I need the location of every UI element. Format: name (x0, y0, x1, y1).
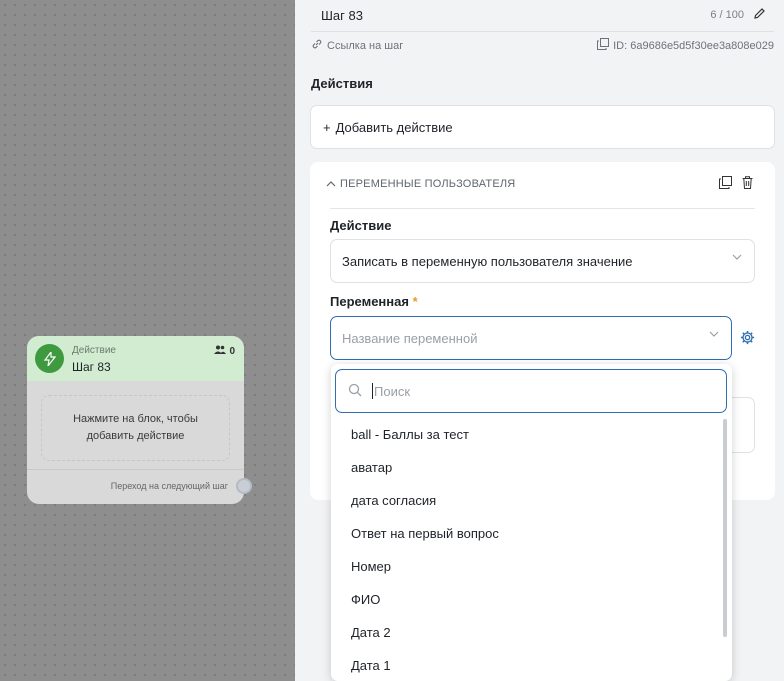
variable-select[interactable]: Название переменной (330, 316, 732, 360)
step-id-label: ID: 6a9686e5d5f30ee3a808e029 (613, 39, 774, 52)
step-link[interactable]: Ссылка на шаг (311, 38, 403, 53)
node-divider (27, 469, 244, 470)
node-add-action-area[interactable]: Нажмите на блок, чтобы добавить действие (41, 395, 230, 461)
dropdown-scrollbar[interactable] (723, 419, 727, 637)
copy-icon (597, 38, 610, 53)
card-collapse-toggle[interactable]: ПЕРЕМЕННЫЕ ПОЛЬЗОВАТЕЛЯ (326, 178, 515, 190)
dropdown-search-input[interactable]: Поиск (335, 369, 727, 413)
node-type-label: Действие (72, 345, 116, 356)
action-type-value: Записать в переменную пользователя значе… (342, 253, 633, 269)
node-output-port[interactable] (236, 478, 252, 494)
action-type-select[interactable]: Записать в переменную пользователя значе… (330, 239, 755, 283)
trash-icon[interactable] (742, 176, 753, 192)
search-placeholder: Поиск (374, 383, 411, 399)
link-icon (311, 38, 323, 53)
card-title: ПЕРЕМЕННЫЕ ПОЛЬЗОВАТЕЛЯ (340, 178, 516, 190)
dropdown-option[interactable]: Дата 1 (351, 658, 391, 673)
node-header: Действие Шаг 83 0 (27, 336, 244, 381)
card-tools (719, 176, 753, 192)
step-link-label: Ссылка на шаг (327, 39, 404, 52)
dropdown-option[interactable]: Ответ на первый вопрос (351, 526, 499, 541)
step-name-counter: 6 / 100 (710, 9, 744, 21)
flow-canvas[interactable]: Действие Шаг 83 0 Нажмите на блок, чтобы… (0, 0, 295, 681)
dropdown-option[interactable]: Номер (351, 559, 391, 574)
step-node[interactable]: Действие Шаг 83 0 Нажмите на блок, чтобы… (27, 336, 252, 504)
add-action-button[interactable]: + Добавить действие (310, 105, 775, 149)
chevron-down-icon (732, 253, 742, 264)
dropdown-option[interactable]: ball - Баллы за тест (351, 427, 469, 442)
plus-icon: + (323, 119, 331, 135)
lightning-icon (35, 344, 64, 373)
dropdown-option[interactable]: ФИО (351, 592, 380, 607)
dropdown-option[interactable]: аватар (351, 460, 392, 475)
users-icon (214, 345, 227, 357)
chevron-down-icon (709, 330, 719, 341)
variable-label: Переменная * (330, 294, 418, 309)
add-action-label: Добавить действие (335, 119, 453, 135)
value-field-partial[interactable] (731, 397, 755, 453)
variable-label-text: Переменная (330, 294, 409, 309)
text-caret (372, 383, 373, 399)
actions-title: Действия (311, 76, 373, 91)
gear-icon[interactable] (740, 330, 755, 349)
search-icon (348, 383, 362, 400)
variable-placeholder: Название переменной (342, 330, 478, 346)
chevron-up-icon (326, 178, 336, 190)
users-count: 0 (229, 345, 235, 357)
duplicate-icon[interactable] (719, 176, 732, 192)
dropdown-option[interactable]: Дата 2 (351, 625, 391, 640)
header-divider (311, 31, 774, 32)
variable-dropdown: Поиск ball - Баллы за тест аватар дата с… (331, 364, 732, 681)
required-mark: * (412, 294, 418, 309)
action-type-label: Действие (330, 218, 392, 233)
node-title: Шаг 83 (72, 360, 111, 374)
card-divider (330, 208, 755, 209)
node-users: 0 (214, 345, 235, 357)
dropdown-option[interactable]: дата согласия (351, 493, 436, 508)
step-id[interactable]: ID: 6a9686e5d5f30ee3a808e029 (597, 38, 774, 53)
node-next-step-label: Переход на следующий шаг (110, 481, 228, 491)
edit-pencil-icon[interactable] (753, 7, 766, 23)
step-name[interactable]: Шаг 83 (321, 8, 363, 23)
